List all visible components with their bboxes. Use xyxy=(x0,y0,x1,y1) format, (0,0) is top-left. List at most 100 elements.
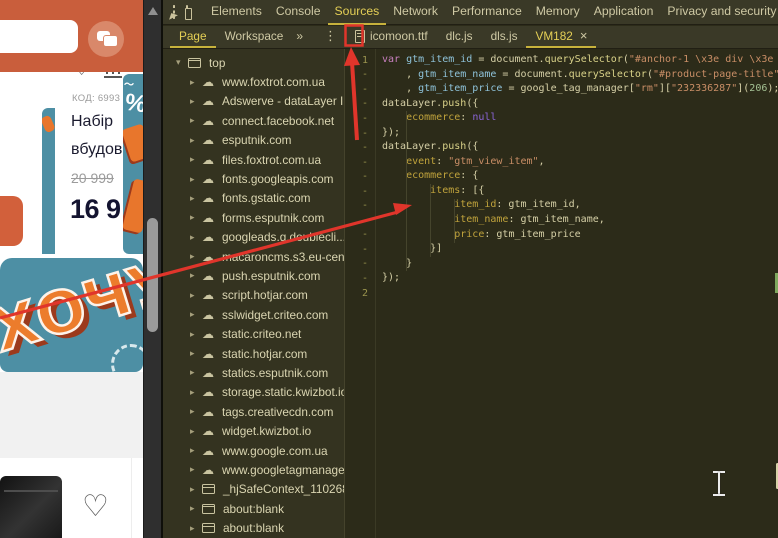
tree-item-statics-esputnik-com[interactable]: ▸ ☁ statics.esputnik.com xyxy=(163,363,344,382)
gutter-line-number[interactable]: - xyxy=(345,244,375,255)
chevron-right-icon[interactable]: ▸ xyxy=(190,523,202,534)
chevron-right-icon[interactable]: ▸ xyxy=(190,426,202,437)
carousel-image-right[interactable]: 〜 % xyxy=(123,74,143,254)
tree-item-www-foxtrot-com-ua[interactable]: ▸ ☁ www.foxtrot.com.ua xyxy=(163,72,344,91)
gutter-line-number[interactable]: - xyxy=(345,273,375,284)
tree-item-storage-static-kwizbot-io[interactable]: ▸ ☁ storage.static.kwizbot.io xyxy=(163,383,344,402)
gutter-line-number[interactable]: - xyxy=(345,69,375,80)
inspect-element-icon[interactable] xyxy=(173,5,175,19)
gutter-line-number[interactable]: - xyxy=(345,113,375,124)
chat-button[interactable] xyxy=(88,21,124,57)
devtools-tab-console[interactable]: Console xyxy=(269,0,328,25)
tree-item-static-criteo-net[interactable]: ▸ ☁ static.criteo.net xyxy=(163,324,344,343)
devtools-tab-privacy-and-security[interactable]: Privacy and security xyxy=(660,0,778,25)
tree-item-connect-facebook-net[interactable]: ▸ ☁ connect.facebook.net xyxy=(163,111,344,130)
device-toolbar-icon[interactable] xyxy=(185,5,192,20)
file-navigator-tree: ▾ top ▸ ☁ www.foxtrot.com.ua ▸ ☁ Adswerve - dat… xyxy=(163,49,344,538)
buy-button-fragment[interactable] xyxy=(0,196,23,246)
chevron-right-icon[interactable]: ▸ xyxy=(190,503,202,514)
tree-item-script-hotjar-com[interactable]: ▸ ☁ script.hotjar.com xyxy=(163,286,344,305)
tree-item-googleads-g-doublecli[interactable]: ▸ ☁ googleads.g.doublecli... xyxy=(163,228,344,247)
tree-item-push-esputnik-com[interactable]: ▸ ☁ push.esputnik.com xyxy=(163,266,344,285)
page-section xyxy=(0,372,143,458)
chevron-right-icon[interactable]: ▸ xyxy=(190,193,202,204)
promo-banner[interactable]: ХОЧУ! xyxy=(0,258,143,372)
carousel-image-left[interactable] xyxy=(42,108,55,254)
scrollbar-thumb[interactable] xyxy=(147,218,158,332)
tree-item-esputnik-com[interactable]: ▸ ☁ esputnik.com xyxy=(163,131,344,150)
gutter-line-number[interactable]: - xyxy=(345,98,375,109)
editor-tab-vm182[interactable]: VM182 × xyxy=(526,26,597,48)
wishlist-heart-icon[interactable]: ♡ xyxy=(82,492,109,522)
gutter-line-number[interactable]: - xyxy=(345,200,375,211)
close-icon[interactable]: × xyxy=(580,26,588,46)
tree-item-tags-creativecdn-com[interactable]: ▸ ☁ tags.creativecdn.com xyxy=(163,402,344,421)
chevron-down-icon[interactable]: ▾ xyxy=(176,57,188,68)
chevron-right-icon[interactable]: ▸ xyxy=(190,270,202,281)
menu-dots-icon[interactable]: ⋮ xyxy=(317,26,344,48)
chevron-right-icon[interactable]: ▸ xyxy=(190,154,202,165)
chevron-right-icon[interactable]: ▸ xyxy=(190,290,202,301)
devtools-tab-application[interactable]: Application xyxy=(587,0,661,25)
tree-item-top[interactable]: ▾ top xyxy=(163,53,344,72)
tree-item-adswerve-datalayer-in[interactable]: ▸☁Adswerve - dataLayer In... xyxy=(163,92,344,111)
tree-item-macaroncms-s3-eu-cent[interactable]: ▸☁macaroncms.s3.eu-cent... xyxy=(163,247,344,266)
devtools-tab-memory[interactable]: Memory xyxy=(529,0,587,25)
gutter-line-number[interactable]: - xyxy=(345,229,375,240)
devtools-tab-performance[interactable]: Performance xyxy=(445,0,529,25)
gutter-line-number[interactable]: 2 xyxy=(345,288,375,299)
chevron-right-icon[interactable]: ▸ xyxy=(190,115,202,126)
tree-item-www-google-com-ua[interactable]: ▸ ☁ www.google.com.ua xyxy=(163,441,344,460)
gutter-line-number[interactable]: - xyxy=(345,171,375,182)
tree-item-sslwidget-criteo-com[interactable]: ▸ ☁ sslwidget.criteo.com xyxy=(163,305,344,324)
tree-item-static-hotjar-com[interactable]: ▸ ☁ static.hotjar.com xyxy=(163,344,344,363)
chevron-right-icon[interactable]: ▸ xyxy=(190,309,202,320)
devtools-tab-network[interactable]: Network xyxy=(386,0,445,25)
tree-item-hjsafecontext-110268[interactable]: ▸_hjSafeContext_110268... xyxy=(163,480,344,499)
scroll-up-icon[interactable] xyxy=(148,7,158,15)
chevron-right-icon[interactable]: ▸ xyxy=(190,464,202,475)
chevron-right-icon[interactable]: ▸ xyxy=(190,348,202,359)
devtools-tab-elements[interactable]: Elements xyxy=(204,0,269,25)
gutter-line-number[interactable]: - xyxy=(345,84,375,95)
gutter-line-number[interactable]: - xyxy=(345,258,375,269)
tree-item-fonts-gstatic-com[interactable]: ▸ ☁ fonts.gstatic.com xyxy=(163,189,344,208)
chevron-right-icon[interactable]: ▸ xyxy=(190,212,202,223)
page-scrollbar[interactable] xyxy=(143,0,162,538)
code-editor[interactable]: 1 var gtm_item_id = document.querySelecto… xyxy=(344,49,778,538)
chevron-right-icon[interactable]: ▸ xyxy=(190,232,202,243)
chevron-right-icon[interactable]: ▸ xyxy=(190,387,202,398)
gutter-line-number[interactable]: 1 xyxy=(345,55,375,66)
gutter-line-number[interactable]: - xyxy=(345,128,375,139)
chevron-right-icon[interactable]: ▸ xyxy=(190,96,202,107)
chevron-right-icon[interactable]: ▸ xyxy=(190,445,202,456)
tree-item-www-googletagmanage[interactable]: ▸ ☁ www.googletagmanage... xyxy=(163,460,344,479)
tree-item-fonts-googleapis-com[interactable]: ▸ ☁ fonts.googleapis.com xyxy=(163,169,344,188)
tree-item-about-blank[interactable]: ▸ about:blank xyxy=(163,499,344,518)
chevron-right-icon[interactable]: ▸ xyxy=(190,77,202,88)
editor-tab-icomoon-ttf[interactable]: icomoon.ttf xyxy=(346,26,437,48)
search-input[interactable] xyxy=(0,20,78,53)
tree-item-widget-kwizbot-io[interactable]: ▸ ☁ widget.kwizbot.io xyxy=(163,421,344,440)
chevron-right-icon[interactable]: ▸ xyxy=(190,174,202,185)
tree-item-about-blank[interactable]: ▸ about:blank xyxy=(163,518,344,537)
gutter-line-number[interactable]: - xyxy=(345,142,375,153)
tab-page[interactable]: Page xyxy=(170,26,216,48)
tree-item-files-foxtrot-com-ua[interactable]: ▸ ☁ files.foxtrot.com.ua xyxy=(163,150,344,169)
tab-workspace[interactable]: Workspace xyxy=(216,26,293,48)
tab-overflow-icon[interactable]: » xyxy=(292,26,307,48)
chevron-right-icon[interactable]: ▸ xyxy=(190,406,202,417)
chevron-right-icon[interactable]: ▸ xyxy=(190,484,202,495)
gutter-line-number[interactable]: - xyxy=(345,186,375,197)
gutter-line-number[interactable]: - xyxy=(345,215,375,226)
editor-tab-dlc-js[interactable]: dlc.js xyxy=(437,26,482,48)
devtools-tab-sources[interactable]: Sources xyxy=(327,0,387,25)
chevron-right-icon[interactable]: ▸ xyxy=(190,135,202,146)
chevron-right-icon[interactable]: ▸ xyxy=(190,367,202,378)
tree-item-forms-esputnik-com[interactable]: ▸ ☁ forms.esputnik.com xyxy=(163,208,344,227)
gutter-line-number[interactable]: - xyxy=(345,157,375,168)
chevron-right-icon[interactable]: ▸ xyxy=(190,329,202,340)
chevron-right-icon[interactable]: ▸ xyxy=(190,251,202,262)
editor-tab-dls-js[interactable]: dls.js xyxy=(482,26,527,48)
product-image[interactable] xyxy=(0,476,62,538)
